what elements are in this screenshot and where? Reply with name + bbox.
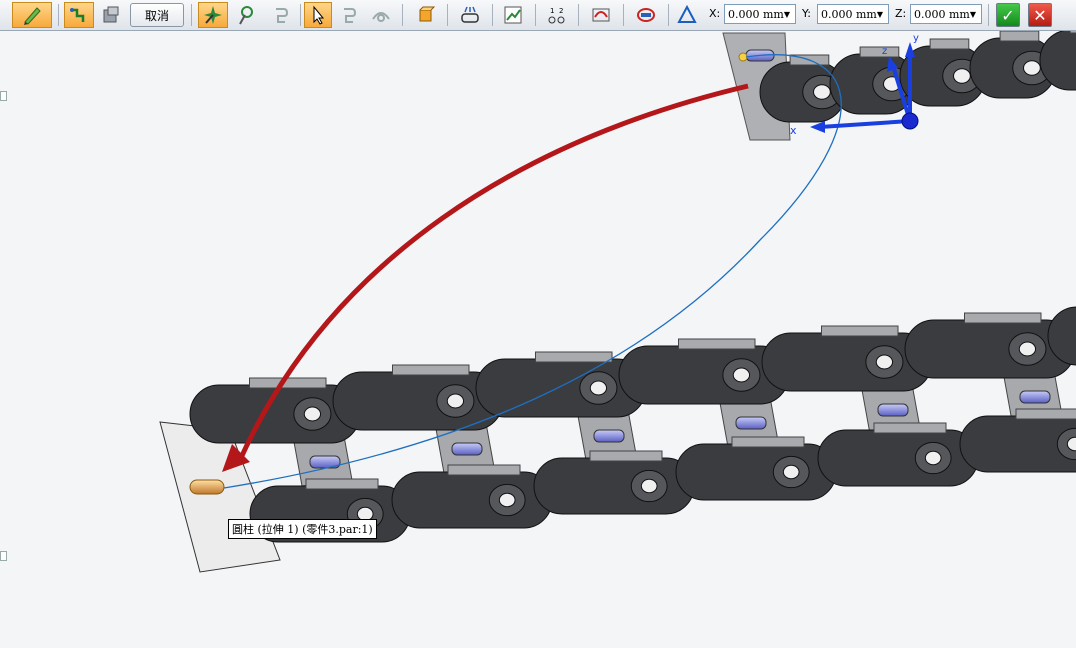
view-rotate-icon[interactable] — [365, 2, 397, 28]
redo-step-icon[interactable] — [334, 2, 362, 28]
svg-text:z: z — [882, 46, 887, 57]
arrow-select-icon[interactable] — [304, 2, 332, 28]
z-value: 0.000 mm — [914, 7, 970, 21]
chain-link — [817, 422, 979, 487]
svg-text:x: x — [790, 124, 797, 137]
pencil-icon[interactable] — [12, 2, 52, 28]
pin — [735, 416, 767, 430]
svg-text:1: 1 — [550, 7, 554, 15]
relationship-icon[interactable] — [453, 2, 487, 28]
command-toolbar: 取消 12 X: 0.000 mm ▼ Y: 0.000 mm ▼ Z: 0.0… — [0, 0, 1076, 31]
smart-select-icon[interactable] — [198, 2, 228, 28]
select-pick-icon[interactable] — [231, 2, 261, 28]
highlighted-cylinder[interactable] — [189, 479, 225, 495]
z-coordinate-field[interactable]: 0.000 mm ▼ — [910, 4, 982, 24]
selection-tooltip: 圓柱 (拉伸 1) (零件3.par:1) — [228, 519, 377, 539]
chevron-down-icon[interactable]: ▼ — [966, 6, 980, 22]
reject-button[interactable]: ✕ — [1028, 3, 1052, 27]
accept-button[interactable]: ✓ — [996, 3, 1020, 27]
chain-link — [675, 436, 837, 501]
pin — [1019, 390, 1051, 404]
x-value: 0.000 mm — [728, 7, 784, 21]
pin — [451, 442, 483, 456]
step-icon[interactable] — [64, 2, 94, 28]
3d-viewport[interactable]: z y x — [0, 31, 1076, 648]
y-value: 0.000 mm — [821, 7, 877, 21]
z-label: Z: — [895, 7, 907, 20]
chain-link — [391, 464, 553, 529]
curve-icon[interactable] — [584, 2, 618, 28]
accept-icon: ✓ — [1001, 5, 1015, 25]
x-coordinate-field[interactable]: 0.000 mm ▼ — [724, 4, 796, 24]
triangle-icon[interactable] — [673, 2, 701, 28]
face-icon[interactable] — [410, 2, 440, 28]
chevron-down-icon[interactable]: ▼ — [780, 6, 794, 22]
x-label: X: — [709, 7, 721, 20]
pin — [877, 403, 909, 417]
y-coordinate-field[interactable]: 0.000 mm ▼ — [817, 4, 889, 24]
part-icon[interactable] — [97, 2, 125, 28]
undo-step-icon[interactable] — [265, 2, 295, 28]
align-icon[interactable]: 12 — [541, 2, 573, 28]
y-label: Y: — [802, 7, 811, 20]
cancel-button[interactable]: 取消 — [130, 3, 184, 27]
chain-link — [533, 450, 695, 515]
pin — [593, 429, 625, 443]
chain-link — [959, 408, 1076, 473]
rotate-path-icon[interactable] — [629, 2, 663, 28]
graph-icon[interactable] — [498, 2, 528, 28]
svg-text:2: 2 — [559, 7, 563, 15]
svg-text:y: y — [913, 33, 919, 44]
cancel-icon: ✕ — [1033, 5, 1047, 25]
chevron-down-icon[interactable]: ▼ — [873, 6, 887, 22]
